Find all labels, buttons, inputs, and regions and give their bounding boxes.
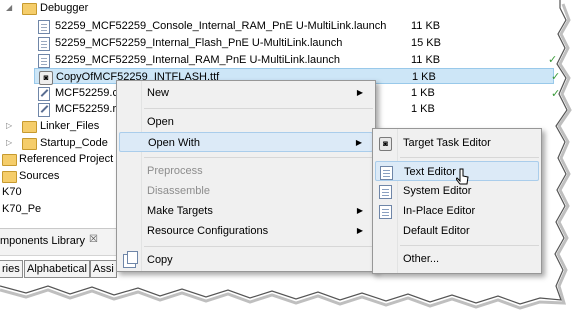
menu-item-target-task-editor[interactable]: ◙ Target Task Editor: [375, 133, 539, 153]
menu-item-preprocess[interactable]: Preprocess: [119, 161, 373, 181]
collapse-icon[interactable]: ◢: [6, 0, 12, 16]
ttf-file-icon: ◙: [39, 71, 53, 85]
tree-item-startup-code[interactable]: ▷ Startup_Code: [0, 135, 120, 151]
menu-separator: [400, 245, 539, 246]
context-menu: New ▶ Open Open With ▶ Preprocess Disass…: [116, 80, 376, 272]
menu-item-label: Make Targets: [147, 205, 213, 217]
target-task-icon: ◙: [379, 137, 392, 151]
menu-separator: [144, 108, 373, 109]
menu-item-label: Preprocess: [147, 165, 203, 177]
submenu-arrow-icon: ▶: [356, 206, 363, 215]
text-editor-icon: [380, 166, 393, 180]
tree-item-referenced-project[interactable]: Referenced Project: [0, 151, 120, 167]
folder-icon: [22, 3, 37, 15]
menu-item-open-with[interactable]: Open With ▶: [119, 132, 373, 152]
tree-item-debugger[interactable]: ◢ Debugger: [0, 0, 560, 16]
menu-item-open[interactable]: Open: [119, 112, 373, 132]
menu-item-resource-configurations[interactable]: Resource Configurations ▶: [119, 221, 373, 241]
expand-icon[interactable]: ▷: [6, 118, 12, 134]
file-size: 1 KB: [412, 71, 436, 83]
menu-item-label: In-Place Editor: [403, 205, 476, 217]
menu-item-other[interactable]: Other...: [375, 249, 539, 269]
tree-item-file[interactable]: 52259_MCF52259_Internal_RAM_PnE U-MultiL…: [0, 52, 560, 68]
folder-icon: [2, 171, 17, 183]
tree-item-k70-pe[interactable]: K70_Pe: [0, 201, 120, 217]
tab-categories[interactable]: ries: [0, 260, 23, 278]
view-title[interactable]: mponents Library: [0, 235, 85, 247]
file-name: 52259_MCF52259_Console_Internal_RAM_PnE …: [55, 20, 387, 32]
menu-separator: [144, 157, 373, 158]
source-file-icon: [38, 87, 50, 101]
menu-item-label: Resource Configurations: [147, 225, 269, 237]
tree-item-sources[interactable]: Sources: [0, 168, 120, 184]
menu-separator: [144, 246, 373, 247]
menu-item-label: Open With: [148, 137, 200, 149]
tree-item-label: Linker_Files: [40, 120, 100, 132]
tree-item-file[interactable]: 52259_MCF52259_Internal_Flash_PnE U-Mult…: [0, 35, 560, 51]
tab-assistant[interactable]: Assi: [90, 260, 117, 278]
mouse-cursor-icon: [456, 168, 469, 185]
close-view-icon[interactable]: ☒: [89, 234, 98, 245]
tab-alphabetical[interactable]: Alphabetical: [24, 260, 90, 278]
menu-item-make-targets[interactable]: Make Targets ▶: [119, 201, 373, 221]
menu-item-in-place-editor[interactable]: In-Place Editor: [375, 201, 539, 221]
menu-item-label: Other...: [403, 253, 440, 265]
tree-item-k70[interactable]: K70: [0, 184, 120, 200]
tree-item-linker-files[interactable]: ▷ Linker_Files: [0, 118, 120, 134]
in-place-editor-icon: [379, 205, 392, 219]
tree-item-label: Startup_Code: [40, 137, 108, 149]
tree-item-label: Debugger: [40, 2, 89, 14]
folder-icon: [2, 154, 17, 166]
menu-item-label: Text Editor: [404, 166, 456, 178]
menu-item-label: Copy: [147, 254, 173, 266]
launch-file-icon: [38, 54, 50, 68]
expand-icon[interactable]: ▷: [6, 135, 12, 151]
submenu-arrow-icon: ▶: [356, 88, 363, 97]
menu-item-default-editor[interactable]: Default Editor: [375, 221, 539, 241]
menu-item-label: Target Task Editor: [403, 137, 491, 149]
check-icon: ✓: [548, 54, 558, 66]
menu-item-label: Disassemble: [147, 185, 210, 197]
file-name: MCF52259.r: [55, 103, 117, 115]
launch-file-icon: [38, 37, 50, 51]
menu-item-label: Open: [147, 116, 174, 128]
folder-icon: [22, 121, 37, 133]
tree-item-label: K70: [2, 186, 22, 198]
source-file-icon: [38, 103, 50, 117]
tree-item-label: Referenced Project: [19, 153, 114, 165]
tree-item-file[interactable]: 52259_MCF52259_Console_Internal_RAM_PnE …: [0, 18, 560, 34]
copy-icon: [123, 251, 138, 268]
file-size: 11 KB: [411, 54, 441, 66]
check-icon: ✓: [551, 88, 561, 100]
file-size: 15 KB: [411, 37, 441, 49]
file-name: MCF52259.c: [55, 87, 118, 99]
submenu-arrow-icon: ▶: [356, 226, 363, 235]
menu-item-copy[interactable]: Copy: [119, 250, 373, 270]
launch-file-icon: [38, 20, 50, 34]
system-editor-icon: [379, 185, 392, 199]
file-size: 11 KB: [411, 20, 441, 32]
file-name: 52259_MCF52259_Internal_Flash_PnE U-Mult…: [55, 37, 343, 49]
submenu-arrow-icon: ▶: [355, 138, 362, 147]
tree-item-label: Sources: [19, 170, 60, 182]
file-name: 52259_MCF52259_Internal_RAM_PnE U-MultiL…: [55, 54, 340, 66]
menu-item-label: Default Editor: [403, 225, 470, 237]
file-size: 1 KB: [411, 103, 435, 115]
menu-separator: [400, 157, 539, 158]
folder-icon: [22, 138, 37, 150]
open-with-submenu: ◙ Target Task Editor Text Editor System …: [372, 128, 542, 274]
menu-item-new[interactable]: New ▶: [119, 83, 373, 103]
file-size: 1 KB: [411, 87, 435, 99]
check-icon: ✓: [551, 71, 561, 83]
menu-item-label: New: [147, 87, 170, 99]
menu-item-disassemble[interactable]: Disassemble: [119, 181, 373, 201]
tree-item-label: K70_Pe: [2, 203, 42, 215]
